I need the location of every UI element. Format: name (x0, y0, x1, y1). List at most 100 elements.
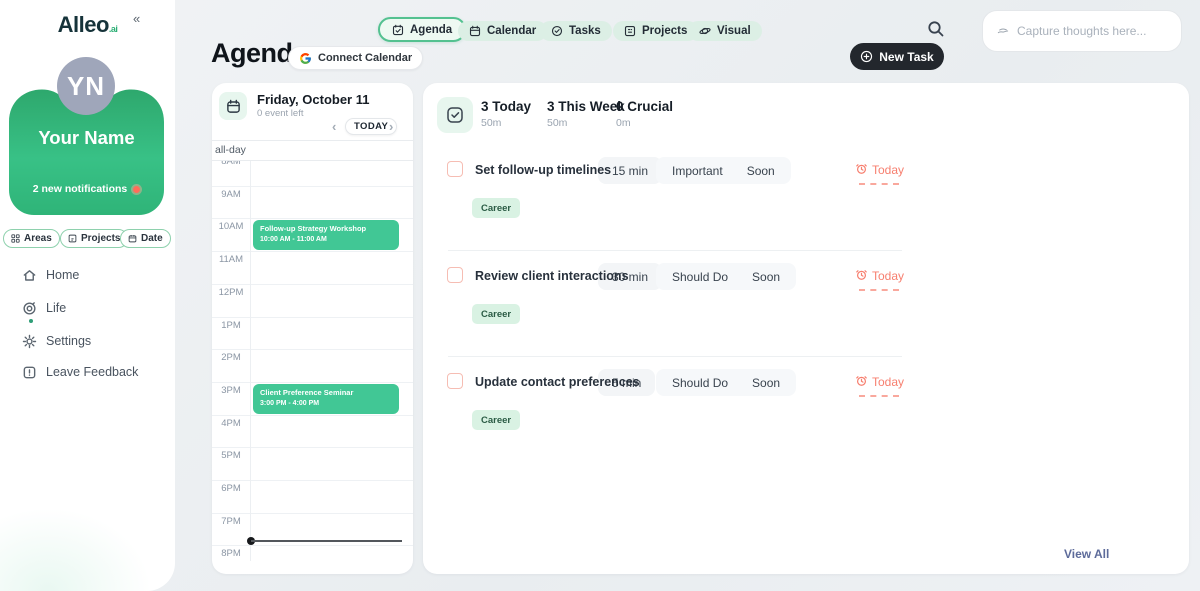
avatar[interactable]: YN (57, 57, 115, 115)
view-all-link[interactable]: View All (1064, 547, 1109, 561)
task-tag[interactable]: Career (472, 410, 520, 430)
hour-line (212, 349, 413, 350)
alarm-icon (855, 268, 868, 281)
tab-visual[interactable]: Visual (688, 21, 762, 41)
task-priority-pill[interactable]: Should Do Soon (656, 263, 796, 290)
events-left-label: 0 event left (257, 108, 303, 119)
task-priority-pill[interactable]: Important Soon (656, 157, 791, 184)
calendar-event[interactable]: Client Preference Seminar 3:00 PM - 4:00… (253, 384, 399, 414)
due-underline (859, 183, 899, 185)
hour-line (212, 447, 413, 448)
calendar-header-icon-box (219, 92, 247, 120)
user-name: Your Name (9, 127, 164, 149)
target-icon (22, 301, 37, 316)
hour-label: 6PM (212, 483, 250, 494)
grid-icon (11, 234, 20, 243)
app-logo-suffix: .ai (109, 24, 118, 34)
hour-label: 5PM (212, 450, 250, 461)
home-icon (22, 268, 37, 283)
tab-calendar[interactable]: Calendar (458, 21, 547, 41)
hour-label: 1PM (212, 320, 250, 331)
stat-crucial-count: 0 Crucial (616, 99, 673, 114)
orbit-icon (699, 25, 711, 37)
hour-label: 2PM (212, 352, 250, 363)
due-underline (859, 395, 899, 397)
hour-line (212, 218, 413, 219)
time-axis-divider (250, 140, 251, 561)
sidebar-item-leave-feedback[interactable]: Leave Feedback (0, 361, 175, 383)
sidebar-item-home[interactable]: Home (0, 264, 175, 286)
tab-projects[interactable]: Projects (613, 21, 698, 41)
task-title[interactable]: Review client interactions (475, 269, 629, 283)
stat-today-count: 3 Today (481, 99, 531, 114)
hour-line (212, 251, 413, 252)
hour-line (212, 382, 413, 383)
kanban-icon (624, 25, 636, 37)
gear-icon (22, 334, 37, 349)
hour-label: 8PM (212, 548, 250, 559)
search-button[interactable] (927, 20, 947, 40)
stat-week-count: 3 This Week (547, 99, 625, 114)
hour-label: 11AM (212, 254, 250, 265)
task-row: 15 min Important Soon Set follow-up time… (423, 155, 1189, 261)
app-logo: Alleo.ai (0, 12, 175, 38)
hour-line (212, 513, 413, 514)
task-due-label[interactable]: Today (872, 375, 904, 389)
box-icon (68, 234, 77, 243)
all-day-row[interactable]: all-day (212, 140, 413, 161)
check-circle-icon (551, 25, 563, 37)
task-row: 30 min Should Do Soon Review client inte… (423, 261, 1189, 367)
capture-box (982, 10, 1182, 52)
hour-line (212, 317, 413, 318)
hour-line (212, 284, 413, 285)
filter-projects[interactable]: Projects (60, 229, 128, 248)
tasks-panel: 3 Today 50m 3 This Week 50m 0 Crucial 0m… (423, 83, 1189, 574)
hour-label: 9AM (212, 189, 250, 200)
calendar-icon (128, 234, 137, 243)
task-checkbox[interactable] (447, 161, 463, 177)
stat-today-duration: 50m (481, 117, 501, 129)
hour-label: 12PM (212, 287, 250, 298)
notifications[interactable]: 2 new notifications (9, 183, 164, 195)
task-priority-pill[interactable]: Should Do Soon (656, 369, 796, 396)
hour-line (212, 186, 413, 187)
alarm-icon (855, 162, 868, 175)
hour-line (212, 545, 413, 546)
connect-calendar-button[interactable]: Connect Calendar (288, 46, 423, 70)
due-underline (859, 289, 899, 291)
hour-label: 7PM (212, 516, 250, 527)
task-due-label[interactable]: Today (872, 163, 904, 177)
next-day-button[interactable]: › (389, 119, 393, 134)
prev-day-button[interactable]: ‹ (332, 119, 336, 134)
sidebar: Alleo.ai « YN Your Name 2 new notificati… (0, 0, 175, 591)
agenda-icon (392, 24, 404, 36)
filter-areas[interactable]: Areas (3, 229, 60, 248)
google-icon (299, 52, 312, 65)
task-row: 5 min Should Do Soon Update contact pref… (423, 367, 1189, 473)
plus-circle-icon (860, 50, 873, 63)
hour-label: 10AM (212, 221, 250, 232)
sidebar-item-life[interactable]: Life (0, 297, 175, 319)
calendar-event[interactable]: Follow-up Strategy Workshop 10:00 AM - 1… (253, 220, 399, 250)
hour-line (212, 480, 413, 481)
filter-date[interactable]: Date (120, 229, 171, 248)
task-tag[interactable]: Career (472, 304, 520, 324)
sidebar-collapse-icon[interactable]: « (133, 11, 140, 26)
all-day-label: all-day (215, 144, 246, 156)
stat-week-duration: 50m (547, 117, 567, 129)
task-tag[interactable]: Career (472, 198, 520, 218)
new-task-button[interactable]: New Task (850, 43, 944, 70)
task-title[interactable]: Update contact preferences (475, 375, 640, 389)
sidebar-item-settings[interactable]: Settings (0, 330, 175, 352)
checkbox-icon (445, 105, 465, 125)
task-checkbox[interactable] (447, 267, 463, 283)
task-checkbox[interactable] (447, 373, 463, 389)
calendar-icon (469, 25, 481, 37)
task-title[interactable]: Set follow-up timelines (475, 163, 611, 177)
tab-agenda[interactable]: Agenda (378, 17, 466, 42)
task-due-label[interactable]: Today (872, 269, 904, 283)
capture-input[interactable] (1017, 24, 1167, 38)
tab-tasks[interactable]: Tasks (540, 21, 612, 41)
calendar-panel: Friday, October 11 0 event left ‹ TODAY … (212, 83, 413, 574)
calendar-date-title: Friday, October 11 (257, 92, 369, 107)
